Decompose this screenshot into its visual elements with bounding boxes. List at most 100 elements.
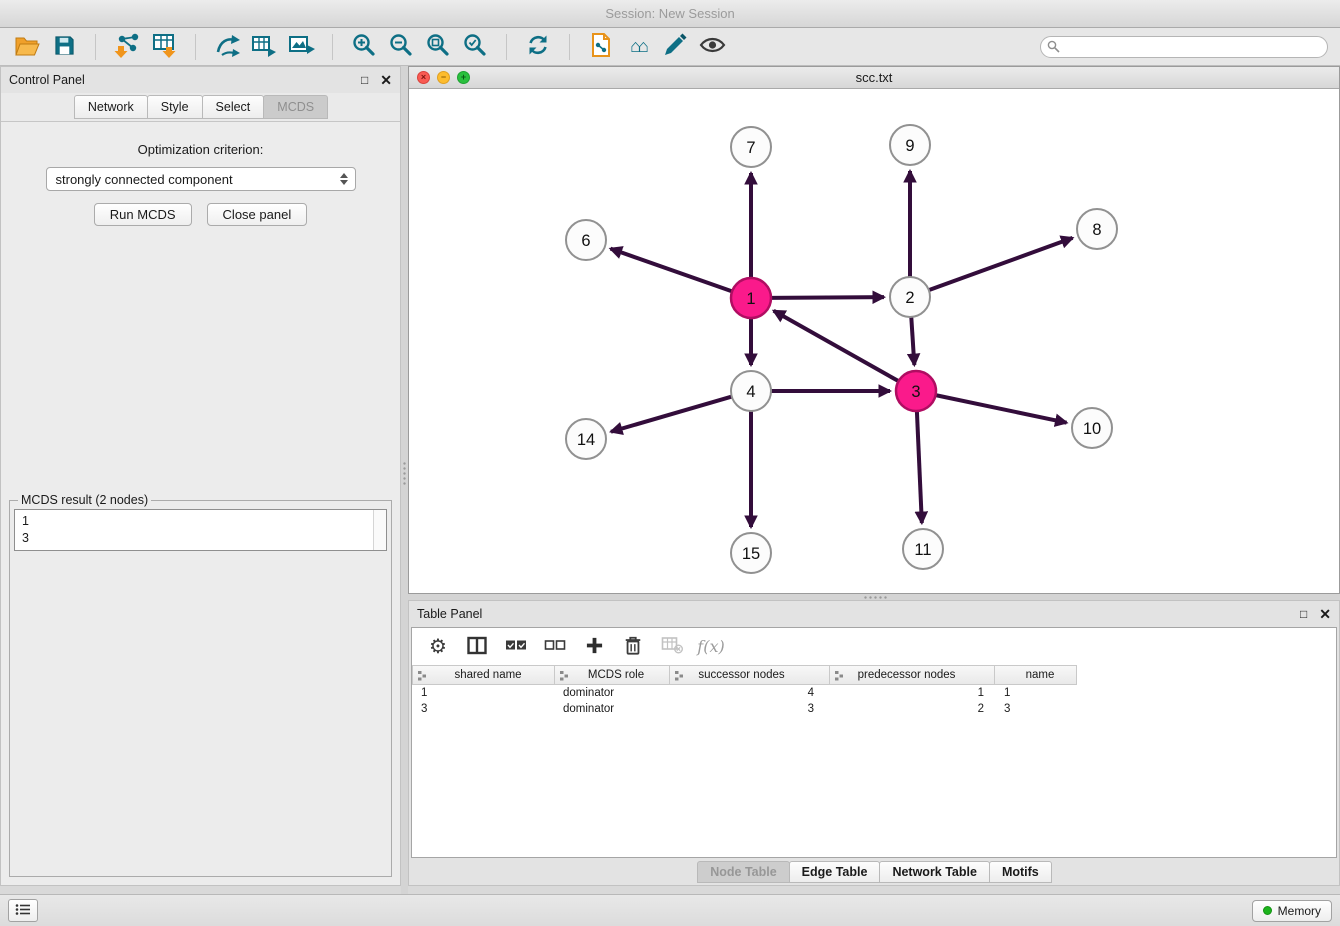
style-brush-button[interactable] [660,32,690,62]
column-header-shared-name[interactable]: shared name [412,665,555,685]
splitter-handle[interactable] [402,461,407,487]
close-panel-icon[interactable]: ✕ [380,72,392,89]
result-scrollbar[interactable] [373,510,386,550]
toolbar-separator [195,34,196,60]
table-row[interactable]: 3 dominator 3 2 3 [412,701,1336,717]
select-all-rows-button[interactable] [505,635,527,659]
zoom-out-button[interactable] [386,32,416,62]
table-column-headers: shared name MCDS role successor nodes [412,665,1336,685]
criterion-select[interactable]: strongly connected component [46,167,356,191]
memory-status-icon [1263,906,1272,915]
minimize-window-icon[interactable]: − [437,71,450,84]
control-panel-title: Control Panel [9,73,361,87]
network-graph[interactable]: 7968124314101511 [409,89,1339,593]
toolbar-search [1040,36,1328,58]
open-session-button[interactable] [12,32,42,62]
search-input[interactable] [1040,36,1328,58]
memory-button[interactable]: Memory [1252,900,1332,922]
network-window-title: scc.txt [409,70,1339,85]
graph-node-label-6: 6 [581,232,590,250]
control-panel-tabs: Network Style Select MCDS [1,93,400,119]
zoom-selected-button[interactable] [460,32,490,62]
cell-successor-nodes: 3 [670,703,830,715]
tab-network[interactable]: Network [74,95,148,119]
graph-edge-4-14[interactable] [611,397,732,432]
column-sort-icon[interactable] [674,670,684,684]
mcds-buttons-row: Run MCDS Close panel [1,203,400,226]
table-panel-header: Table Panel □ ✕ [409,601,1339,627]
close-panel-icon[interactable]: ✕ [1319,606,1331,623]
main-area: Control Panel □ ✕ Network Style Select M… [0,66,1340,894]
horizontal-splitter[interactable] [408,594,1340,600]
zoom-window-icon[interactable]: + [457,71,470,84]
zoom-fit-button[interactable] [423,32,453,62]
tab-style[interactable]: Style [147,95,203,119]
import-network-button[interactable] [112,32,142,62]
column-label: shared name [454,669,521,681]
table-panel-content: ⚙ [411,627,1337,858]
export-network-icon [214,32,241,62]
function-builder-button[interactable]: f(x) [700,635,722,659]
graph-edge-3-10[interactable] [936,395,1067,423]
column-sort-icon[interactable] [417,670,427,684]
brush-icon [662,32,688,61]
import-table-button[interactable] [149,32,179,62]
show-columns-button[interactable] [466,635,488,659]
tab-node-table[interactable]: Node Table [697,861,789,883]
task-history-button[interactable] [8,899,38,922]
tab-edge-table[interactable]: Edge Table [789,861,881,883]
zoom-in-button[interactable] [349,32,379,62]
graph-edge-2-3[interactable] [911,317,914,365]
column-label: MCDS role [588,669,644,681]
network-view-window: × − + scc.txt 7968124314101511 [408,66,1340,594]
deselect-all-rows-button[interactable] [544,635,566,659]
close-panel-button[interactable]: Close panel [207,203,308,226]
mcds-result-box[interactable]: 1 3 [14,509,387,551]
graph-node-label-11: 11 [914,541,931,559]
graph-edge-3-1[interactable] [774,311,899,381]
column-header-successor-nodes[interactable]: successor nodes [670,665,830,685]
table-settings-button[interactable]: ⚙ [427,635,449,659]
column-header-predecessor-nodes[interactable]: predecessor nodes [830,665,995,685]
graph-edge-1-2[interactable] [771,297,884,298]
graph-edge-2-8[interactable] [929,238,1073,290]
export-image-button[interactable] [286,32,316,62]
float-panel-icon[interactable]: □ [1300,607,1307,621]
export-network-button[interactable] [212,32,242,62]
export-table-button[interactable] [249,32,279,62]
column-sort-icon[interactable] [559,670,569,684]
delete-column-button[interactable] [622,635,644,659]
eye-icon [699,34,726,59]
ndex-browse-button[interactable]: ⌂⌂ [623,32,653,62]
tab-mcds[interactable]: MCDS [263,95,328,119]
toggle-details-button[interactable] [697,32,727,62]
graph-edge-3-11[interactable] [917,411,922,523]
graph-node-label-9: 9 [905,137,914,155]
gear-icon: ⚙ [429,637,447,657]
zoom-selected-icon [462,32,488,61]
splitter-handle[interactable] [863,595,889,599]
save-session-button[interactable] [49,32,79,62]
graph-node-label-8: 8 [1092,221,1101,239]
tab-select[interactable]: Select [202,95,265,119]
vertical-splitter[interactable] [401,66,408,894]
select-all-icon [505,638,527,655]
memory-label: Memory [1278,904,1321,918]
column-sort-icon[interactable] [834,670,844,684]
column-header-name[interactable]: name [995,665,1077,685]
refresh-view-button[interactable] [523,32,553,62]
run-mcds-button[interactable]: Run MCDS [94,203,192,226]
graph-edge-1-6[interactable] [611,249,733,292]
float-panel-icon[interactable]: □ [361,73,368,87]
add-column-button[interactable] [583,635,605,659]
tab-motifs[interactable]: Motifs [989,861,1052,883]
zoom-out-icon [388,32,414,61]
tab-network-table[interactable]: Network Table [879,861,990,883]
close-window-icon[interactable]: × [417,71,430,84]
network-canvas[interactable]: 7968124314101511 [409,89,1339,593]
table-row[interactable]: 1 dominator 4 1 1 [412,685,1336,701]
column-header-mcds-role[interactable]: MCDS role [555,665,670,685]
trash-icon [623,635,643,659]
ndex-import-button[interactable] [586,32,616,62]
toolbar-separator [569,34,570,60]
